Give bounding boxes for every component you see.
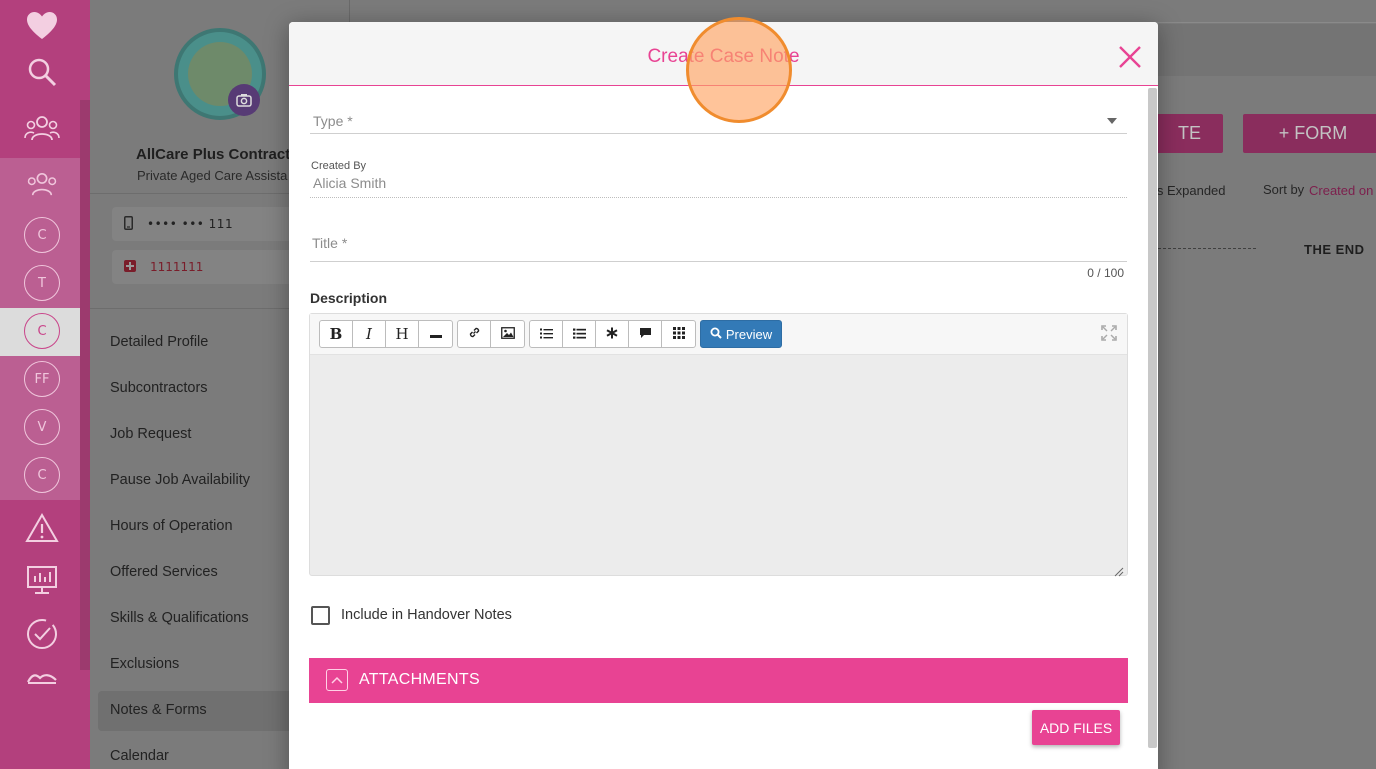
rail-client-c2[interactable]: C (24, 313, 60, 349)
dialog-header: Create Case Note (289, 22, 1158, 86)
sidebar-item-hours-of-operation[interactable]: Hours of Operation (110, 518, 233, 534)
image-icon (500, 325, 515, 343)
emergency-number: 1111111 (150, 260, 204, 274)
asterisk-button[interactable] (596, 321, 629, 347)
description-label: Description (310, 290, 388, 306)
dialog-title: Create Case Note (647, 46, 800, 67)
insert-button-group (457, 320, 525, 348)
preview-button[interactable]: Preview (700, 320, 782, 348)
sort-label: Sort by (1263, 182, 1305, 197)
rail-client-c3[interactable]: C (24, 457, 60, 493)
ordered-list-icon (572, 325, 586, 343)
attachments-label: ATTACHMENTS (359, 671, 480, 688)
quote-icon (639, 325, 652, 343)
fullscreen-icon[interactable] (1101, 325, 1117, 341)
dialog-scrollbar[interactable] (1148, 88, 1157, 748)
add-files-button[interactable]: ADD FILES (1032, 710, 1120, 745)
block-button-group (529, 320, 696, 348)
preview-search-icon (710, 327, 722, 342)
rail-client-t[interactable]: T (24, 265, 60, 301)
sidebar-item-notes-forms[interactable]: Notes & Forms (110, 702, 207, 718)
handover-checkbox[interactable] (311, 606, 330, 625)
unordered-list-icon (539, 325, 553, 343)
unordered-list-button[interactable] (530, 321, 563, 347)
type-select-underline (310, 133, 1127, 134)
people-icon[interactable] (22, 108, 62, 148)
link-icon (468, 325, 481, 343)
rail-client-c3-label: C (37, 467, 47, 483)
clock-check-icon[interactable] (22, 614, 62, 654)
ordered-list-button[interactable] (563, 321, 596, 347)
close-icon[interactable] (1117, 44, 1143, 70)
rail-client-v[interactable]: V (24, 409, 60, 445)
search-icon[interactable] (22, 52, 62, 92)
format-button-group: B I H (319, 320, 453, 348)
rail-client-ff[interactable]: FF (24, 361, 60, 397)
heading-button[interactable]: H (386, 321, 419, 347)
type-select[interactable]: Type * (313, 113, 353, 129)
timeline-dashed-line (1158, 248, 1256, 249)
heading-icon: H (395, 325, 409, 343)
warning-icon[interactable] (22, 508, 62, 548)
link-button[interactable] (458, 321, 491, 347)
created-by-underline (310, 197, 1127, 198)
bold-button[interactable]: B (320, 321, 353, 347)
handover-label[interactable]: Include in Handover Notes (341, 607, 512, 623)
title-input-underline (310, 261, 1127, 262)
group-icon[interactable] (22, 164, 62, 204)
monitor-chart-icon[interactable] (22, 560, 62, 600)
italic-icon: I (366, 325, 372, 343)
bold-icon: B (329, 325, 343, 343)
sidebar-item-skills-qualifications[interactable]: Skills & Qualifications (110, 610, 249, 626)
rail-client-c1[interactable]: C (24, 217, 60, 253)
mobile-phone-icon (124, 215, 133, 233)
phone-number: •••• ••• 111 (147, 217, 234, 231)
chevron-down-icon[interactable] (1107, 118, 1117, 124)
org-subtitle: Private Aged Care Assista (137, 168, 288, 183)
sidebar-item-subcontractors[interactable]: Subcontractors (110, 380, 208, 396)
title-char-counter: 0 / 100 (1087, 266, 1124, 280)
sidebar-item-detailed-profile[interactable]: Detailed Profile (110, 334, 208, 350)
created-by-value: Alicia Smith (313, 175, 387, 191)
heart-icon[interactable] (22, 6, 62, 46)
rail-scrollbar[interactable] (80, 100, 90, 670)
image-button[interactable] (491, 321, 524, 347)
preview-label: Preview (725, 326, 773, 342)
icon-rail: C T C FF V C (0, 0, 90, 769)
timeline-end-label: THE END (1304, 242, 1365, 257)
rail-client-c2-label: C (37, 323, 47, 339)
table-icon (672, 325, 685, 343)
table-button[interactable] (662, 321, 695, 347)
camera-icon[interactable] (228, 84, 260, 116)
horizontal-rule-icon (429, 325, 442, 343)
rail-client-ff-label: FF (34, 371, 50, 387)
medical-cross-icon (124, 259, 136, 275)
chevron-up-icon[interactable] (326, 669, 348, 691)
title-input[interactable]: Title * (312, 235, 347, 251)
add-form-button[interactable]: + FORM (1243, 114, 1376, 153)
create-case-note-dialog: Create Case Note Type * Created By Alici… (289, 22, 1158, 769)
rail-client-t-label: T (38, 275, 46, 291)
editor-toolbar: B I H Preview (310, 314, 1127, 355)
italic-button[interactable]: I (353, 321, 386, 347)
sidebar-item-pause-job-availability[interactable]: Pause Job Availability (110, 472, 250, 488)
sidebar-item-job-request[interactable]: Job Request (110, 426, 191, 442)
rail-client-c1-label: C (37, 227, 47, 243)
attachments-header[interactable]: ATTACHMENTS (309, 658, 1128, 703)
quote-button[interactable] (629, 321, 662, 347)
sidebar-item-offered-services[interactable]: Offered Services (110, 564, 218, 580)
resize-grip-icon[interactable] (1114, 562, 1124, 577)
description-editor[interactable]: B I H Preview (309, 313, 1128, 577)
org-name: AllCare Plus Contracto (136, 146, 300, 163)
sidebar-item-exclusions[interactable]: Exclusions (110, 656, 179, 672)
sidebar-item-calendar[interactable]: Calendar (110, 748, 169, 764)
created-by-label: Created By (311, 160, 367, 172)
rail-client-v-label: V (37, 419, 47, 435)
horizontal-rule-button[interactable] (419, 321, 452, 347)
handshake-icon[interactable] (22, 662, 62, 694)
asterisk-icon (606, 325, 618, 343)
sort-select[interactable]: Created on (1309, 183, 1373, 198)
